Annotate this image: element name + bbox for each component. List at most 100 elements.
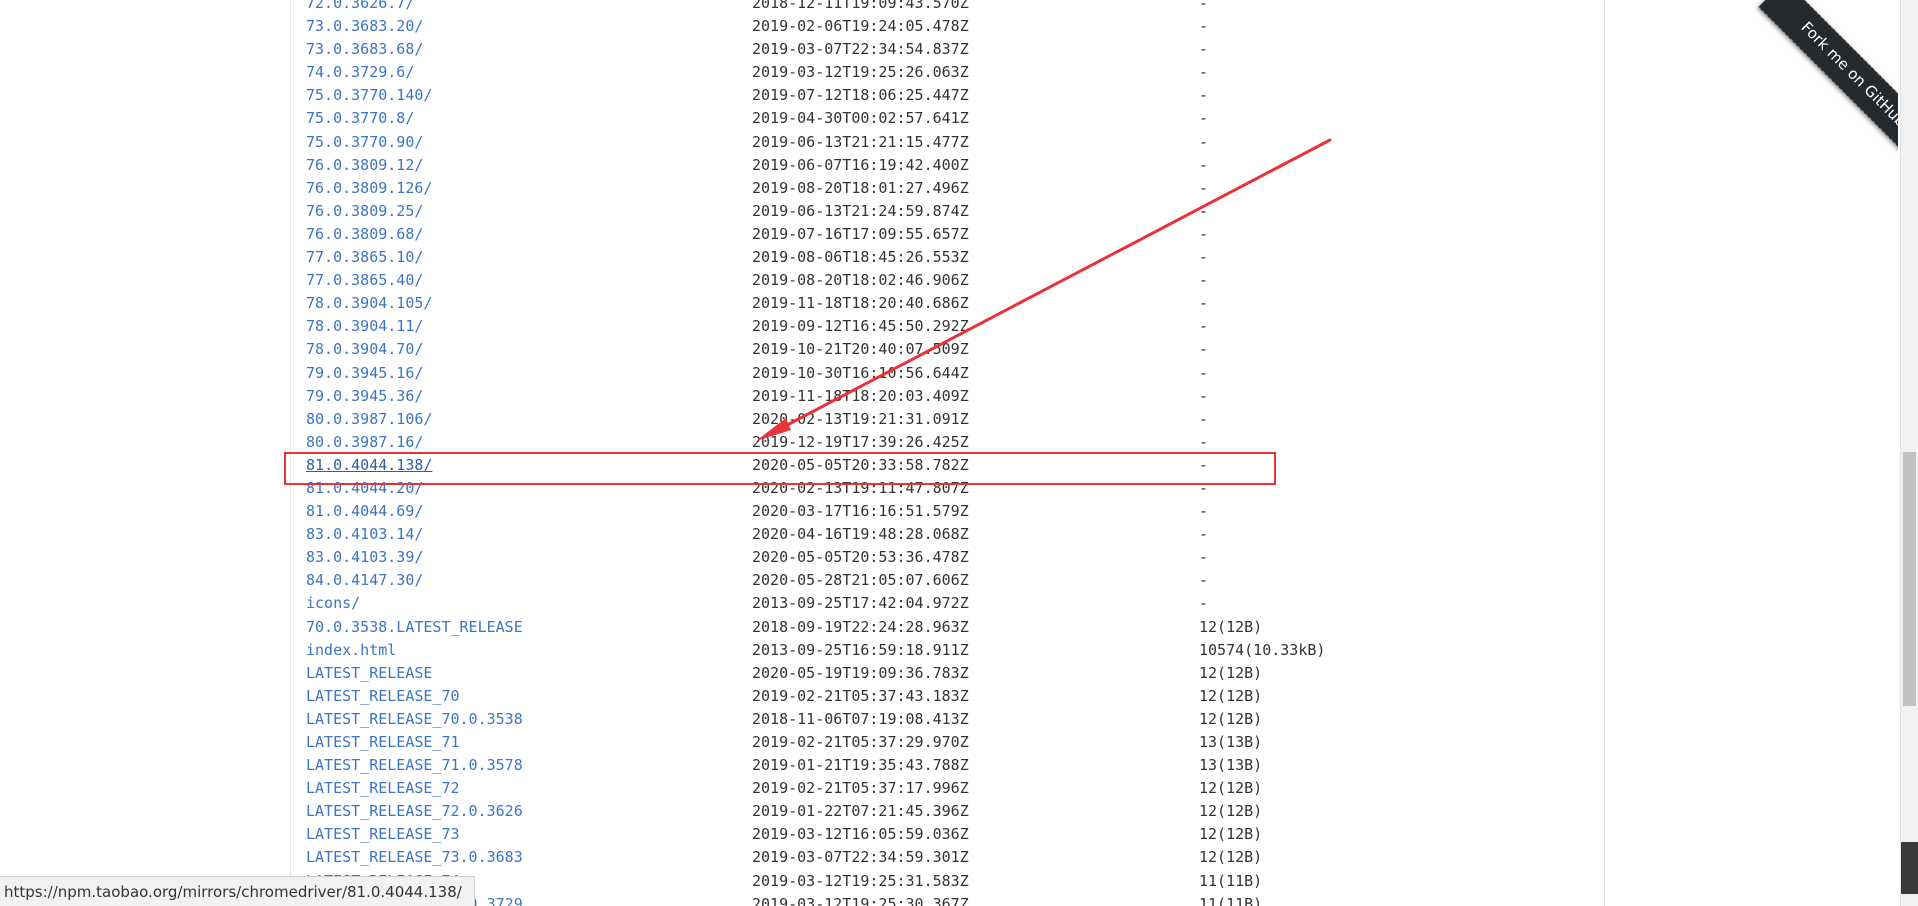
file-name-cell: 81.0.4044.69/ xyxy=(306,500,726,523)
mirror-content-panel: 72.0.3626.7/2018-12-11T19:09:43.570Z - 73.… xyxy=(290,0,1605,906)
file-link[interactable]: 84.0.4147.30/ xyxy=(306,571,423,589)
file-link[interactable]: 75.0.3770.8/ xyxy=(306,109,414,127)
vertical-scrollbar[interactable] xyxy=(1900,0,1918,906)
file-link[interactable]: LATEST_RELEASE_73.0.3683 xyxy=(306,848,523,866)
file-link[interactable]: 74.0.3729.6/ xyxy=(306,63,414,81)
modified-date-cell: 2018-12-11T19:09:43.570Z xyxy=(752,0,969,12)
file-link[interactable]: 81.0.4044.69/ xyxy=(306,502,423,520)
table-row: 72.0.3626.7/2018-12-11T19:09:43.570Z - xyxy=(306,0,1586,15)
file-link[interactable]: 78.0.3904.11/ xyxy=(306,317,423,335)
table-row: 81.0.4044.138/2020-05-05T20:33:58.782Z - xyxy=(306,454,1586,477)
file-name-cell: 78.0.3904.11/ xyxy=(306,315,726,338)
file-name-cell: 74.0.3729.6/ xyxy=(306,61,726,84)
file-link[interactable]: 76.0.3809.12/ xyxy=(306,156,423,174)
file-link[interactable]: 83.0.4103.39/ xyxy=(306,548,423,566)
file-link[interactable]: index.html xyxy=(306,641,396,659)
file-name-cell: 79.0.3945.36/ xyxy=(306,385,726,408)
modified-date-cell: 2019-12-19T17:39:26.425Z xyxy=(752,432,969,451)
table-row: LATEST_RELEASE_72.0.3626 2019-01-22T07:21… xyxy=(306,800,1586,823)
table-row: 75.0.3770.140/2019-07-12T18:06:25.447Z - xyxy=(306,84,1586,107)
file-link[interactable]: 79.0.3945.16/ xyxy=(306,364,423,382)
scrollbar-thumb[interactable] xyxy=(1903,452,1916,706)
modified-date-cell: 2019-06-13T21:21:15.477Z xyxy=(752,132,969,151)
file-name-cell: 78.0.3904.70/ xyxy=(306,338,726,361)
table-row: 83.0.4103.39/2020-05-05T20:53:36.478Z - xyxy=(306,546,1586,569)
file-name-cell: index.html xyxy=(306,639,726,662)
file-link[interactable]: 79.0.3945.36/ xyxy=(306,387,423,405)
file-size-cell: - xyxy=(1199,478,1209,497)
file-name-cell: 77.0.3865.40/ xyxy=(306,269,726,292)
file-size-cell: - xyxy=(1199,86,1209,105)
file-link[interactable]: 70.0.3538.LATEST_RELEASE xyxy=(306,618,523,636)
file-link[interactable]: icons/ xyxy=(306,594,360,612)
fork-me-on-github-ribbon[interactable]: Fork me on GitHub xyxy=(1718,0,1898,180)
file-size-cell: 12(12B) xyxy=(1199,663,1263,682)
file-name-cell: 79.0.3945.16/ xyxy=(306,362,726,385)
file-link[interactable]: LATEST_RELEASE xyxy=(306,664,432,682)
table-row: 81.0.4044.20/2020-02-13T19:11:47.807Z - xyxy=(306,477,1586,500)
file-link[interactable]: LATEST_RELEASE_70.0.3538 xyxy=(306,710,523,728)
file-link[interactable]: 80.0.3987.106/ xyxy=(306,410,432,428)
file-name-cell: 76.0.3809.126/ xyxy=(306,177,726,200)
file-listing-table: 72.0.3626.7/2018-12-11T19:09:43.570Z - 73.… xyxy=(306,0,1586,906)
file-link[interactable]: 76.0.3809.126/ xyxy=(306,179,432,197)
modified-date-cell: 2019-10-21T20:40:07.509Z xyxy=(752,340,969,359)
modified-date-cell: 2019-01-22T07:21:45.396Z xyxy=(752,802,969,821)
file-link[interactable]: 77.0.3865.40/ xyxy=(306,271,423,289)
file-name-cell: LATEST_RELEASE_71.0.3578 xyxy=(306,754,726,777)
file-link[interactable]: 73.0.3683.68/ xyxy=(306,40,423,58)
file-link[interactable]: 75.0.3770.140/ xyxy=(306,86,432,104)
file-link[interactable]: 77.0.3865.10/ xyxy=(306,248,423,266)
file-size-cell: - xyxy=(1199,363,1209,382)
modified-date-cell: 2020-03-17T16:16:51.579Z xyxy=(752,502,969,521)
file-link[interactable]: 83.0.4103.14/ xyxy=(306,525,423,543)
file-name-cell: 77.0.3865.10/ xyxy=(306,246,726,269)
file-link[interactable]: 81.0.4044.20/ xyxy=(306,479,423,497)
table-row: LATEST_RELEASE_73 2019-03-12T16:05:59.036… xyxy=(306,823,1586,846)
file-name-cell: 81.0.4044.138/ xyxy=(306,454,726,477)
file-link[interactable]: 76.0.3809.68/ xyxy=(306,225,423,243)
file-name-cell: LATEST_RELEASE xyxy=(306,662,726,685)
file-size-cell: - xyxy=(1199,0,1209,12)
file-name-cell: LATEST_RELEASE_72 xyxy=(306,777,726,800)
file-size-cell: - xyxy=(1199,271,1209,290)
modified-date-cell: 2019-07-16T17:09:55.657Z xyxy=(752,224,969,243)
file-name-cell: LATEST_RELEASE_72.0.3626 xyxy=(306,800,726,823)
table-row: icons/2013-09-25T17:42:04.972Z - xyxy=(306,592,1586,615)
table-row: 70.0.3538.LATEST_RELEASE 2018-09-19T22:24… xyxy=(306,616,1586,639)
file-link[interactable]: 81.0.4044.138/ xyxy=(306,456,432,474)
file-link[interactable]: LATEST_RELEASE_71.0.3578 xyxy=(306,756,523,774)
file-link[interactable]: 75.0.3770.90/ xyxy=(306,133,423,151)
file-link[interactable]: LATEST_RELEASE_73 xyxy=(306,825,460,843)
file-size-cell: 13(13B) xyxy=(1199,733,1263,751)
table-row: LATEST_RELEASE_72 2019-02-21T05:37:17.996… xyxy=(306,777,1586,800)
file-link[interactable]: LATEST_RELEASE_72 xyxy=(306,779,460,797)
file-link[interactable]: LATEST_RELEASE_72.0.3626 xyxy=(306,802,523,820)
modified-date-cell: 2019-02-21T05:37:17.996Z xyxy=(752,779,969,798)
file-name-cell: 78.0.3904.105/ xyxy=(306,292,726,315)
file-name-cell: 70.0.3538.LATEST_RELEASE xyxy=(306,616,726,639)
file-link[interactable]: 80.0.3987.16/ xyxy=(306,433,423,451)
ribbon-label[interactable]: Fork me on GitHub xyxy=(1758,0,1898,170)
file-size-cell: 12(12B) xyxy=(1199,802,1263,821)
file-link[interactable]: 78.0.3904.70/ xyxy=(306,340,423,358)
modified-date-cell: 2018-11-06T07:19:08.413Z xyxy=(752,709,969,728)
modified-date-cell: 2020-05-19T19:09:36.783Z xyxy=(752,663,969,682)
table-row: 74.0.3729.6/2019-03-12T19:25:26.063Z - xyxy=(306,61,1586,84)
file-name-cell: 75.0.3770.140/ xyxy=(306,84,726,107)
modified-date-cell: 2020-04-16T19:48:28.068Z xyxy=(752,525,969,544)
file-name-cell: 72.0.3626.7/ xyxy=(306,0,726,15)
file-size-cell: 13(13B) xyxy=(1199,756,1263,775)
file-link[interactable]: 73.0.3683.20/ xyxy=(306,17,423,35)
file-link[interactable]: LATEST_RELEASE_71 xyxy=(306,733,460,751)
modified-date-cell: 2020-02-13T19:11:47.807Z xyxy=(752,478,969,497)
table-row: 84.0.4147.30/2020-05-28T21:05:07.606Z - xyxy=(306,569,1586,592)
file-link[interactable]: LATEST_RELEASE_70 xyxy=(306,687,460,705)
link-status-bar: https://npm.taobao.org/mirrors/chromedri… xyxy=(0,876,475,906)
file-link[interactable]: 78.0.3904.105/ xyxy=(306,294,432,312)
file-link[interactable]: 72.0.3626.7/ xyxy=(306,0,414,12)
table-row: 80.0.3987.16/2019-12-19T17:39:26.425Z - xyxy=(306,431,1586,454)
file-link[interactable]: 76.0.3809.25/ xyxy=(306,202,423,220)
table-row: 73.0.3683.68/2019-03-07T22:34:54.837Z - xyxy=(306,38,1586,61)
table-row: LATEST_RELEASE_70.0.3538 2018-11-06T07:19… xyxy=(306,708,1586,731)
